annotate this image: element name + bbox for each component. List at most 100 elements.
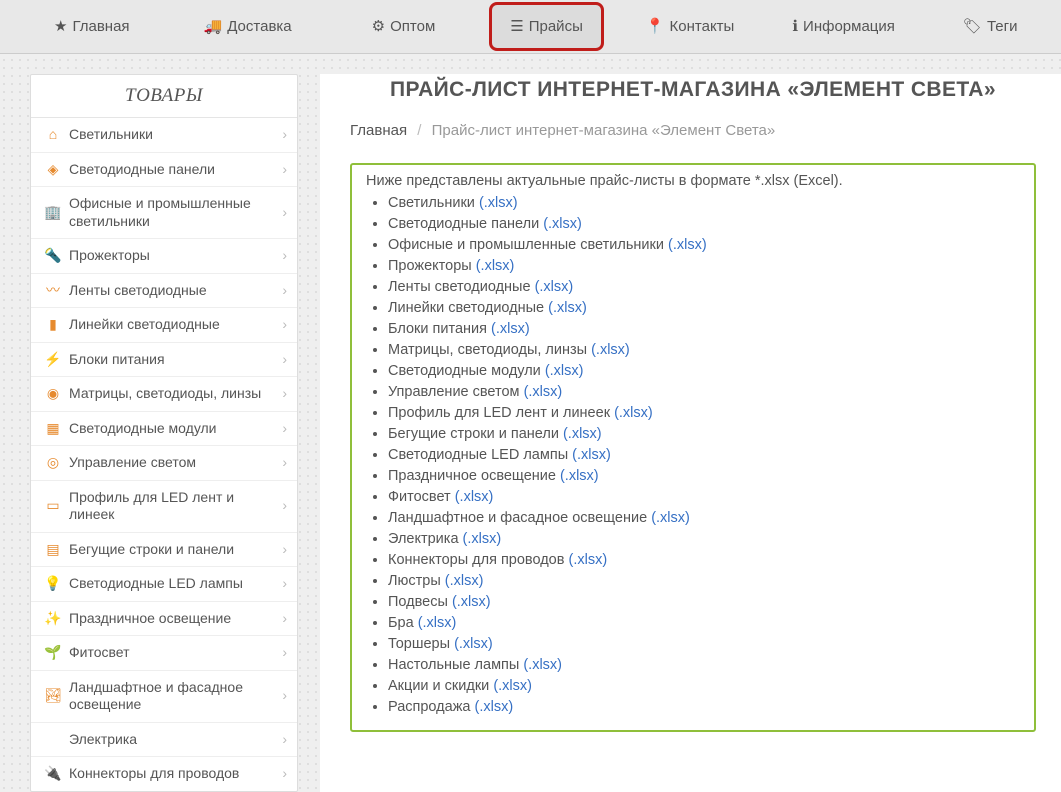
price-xlsx-link[interactable]: (.xlsx) bbox=[455, 489, 494, 505]
price-xlsx-link[interactable]: (.xlsx) bbox=[548, 300, 587, 316]
price-xlsx-link[interactable]: (.xlsx) bbox=[545, 363, 584, 379]
price-list-item: Распродажа (.xlsx) bbox=[388, 697, 1020, 718]
price-list-item: Профиль для LED лент и линеек (.xlsx) bbox=[388, 403, 1020, 424]
nav-home[interactable]: ★ Главная bbox=[36, 0, 148, 53]
category-icon: ▦ bbox=[43, 420, 63, 438]
price-item-label: Светодиодные модули bbox=[388, 363, 545, 379]
nav-label: Главная bbox=[72, 18, 129, 35]
category-icon: ◎ bbox=[43, 454, 63, 472]
chevron-right-icon: › bbox=[282, 420, 287, 438]
price-xlsx-link[interactable]: (.xlsx) bbox=[479, 195, 518, 211]
price-list-item: Светодиодные LED лампы (.xlsx) bbox=[388, 445, 1020, 466]
chevron-right-icon: › bbox=[282, 161, 287, 179]
price-item-label: Ландшафтное и фасадное освещение bbox=[388, 510, 651, 526]
sidebar-item-label: Электрика bbox=[69, 731, 278, 749]
price-item-label: Праздничное освещение bbox=[388, 468, 560, 484]
nav-label: Прайсы bbox=[529, 18, 583, 35]
nav-label: Контакты bbox=[670, 18, 735, 35]
price-list-item: Светодиодные панели (.xlsx) bbox=[388, 214, 1020, 235]
price-xlsx-link[interactable]: (.xlsx) bbox=[668, 237, 707, 253]
sidebar-item[interactable]: Электрика› bbox=[31, 722, 297, 757]
price-xlsx-link[interactable]: (.xlsx) bbox=[524, 384, 563, 400]
sidebar-item-label: Управление светом bbox=[69, 454, 278, 472]
price-item-label: Электрика bbox=[388, 531, 463, 547]
sidebar-item[interactable]: 〰Ленты светодиодные› bbox=[31, 273, 297, 308]
price-xlsx-link[interactable]: (.xlsx) bbox=[591, 342, 630, 358]
chevron-right-icon: › bbox=[282, 247, 287, 265]
price-xlsx-link[interactable]: (.xlsx) bbox=[463, 531, 502, 547]
price-list-item: Ленты светодиодные (.xlsx) bbox=[388, 277, 1020, 298]
chevron-right-icon: › bbox=[282, 497, 287, 515]
price-list-item: Люстры (.xlsx) bbox=[388, 571, 1020, 592]
price-xlsx-link[interactable]: (.xlsx) bbox=[476, 258, 515, 274]
nav-delivery[interactable]: 🚚 Доставка bbox=[186, 0, 310, 53]
sidebar-item[interactable]: 🔦Прожекторы› bbox=[31, 238, 297, 273]
tag-icon: 🏷 bbox=[963, 19, 982, 34]
price-list-item: Бегущие строки и панели (.xlsx) bbox=[388, 424, 1020, 445]
price-xlsx-link[interactable]: (.xlsx) bbox=[452, 594, 491, 610]
price-xlsx-link[interactable]: (.xlsx) bbox=[454, 636, 493, 652]
price-xlsx-link[interactable]: (.xlsx) bbox=[543, 216, 582, 232]
price-item-label: Бегущие строки и панели bbox=[388, 426, 563, 442]
sidebar-item[interactable]: ▦Светодиодные модули› bbox=[31, 411, 297, 446]
price-item-label: Бра bbox=[388, 615, 418, 631]
price-xlsx-link[interactable]: (.xlsx) bbox=[535, 279, 574, 295]
price-xlsx-link[interactable]: (.xlsx) bbox=[491, 321, 530, 337]
price-list-item: Электрика (.xlsx) bbox=[388, 529, 1020, 550]
price-item-label: Светильники bbox=[388, 195, 479, 211]
price-xlsx-link[interactable]: (.xlsx) bbox=[523, 657, 562, 673]
sidebar-item[interactable]: ◉Матрицы, светодиоды, линзы› bbox=[31, 376, 297, 411]
nav-label: Информация bbox=[803, 18, 895, 35]
nav-contacts[interactable]: 📍 Контакты bbox=[628, 0, 752, 53]
price-xlsx-link[interactable]: (.xlsx) bbox=[474, 699, 513, 715]
nav-tags[interactable]: 🏷 Теги bbox=[945, 0, 1036, 53]
sidebar-item[interactable]: ▭Профиль для LED лент и линеек› bbox=[31, 480, 297, 532]
sidebar-title: ТОВАРЫ bbox=[31, 75, 297, 118]
sidebar-item[interactable]: ⌂Светильники› bbox=[31, 118, 297, 152]
price-item-label: Светодиодные LED лампы bbox=[388, 447, 572, 463]
sidebar-item[interactable]: ◈Светодиодные панели› bbox=[31, 152, 297, 187]
price-item-label: Ленты светодиодные bbox=[388, 279, 535, 295]
price-xlsx-link[interactable]: (.xlsx) bbox=[651, 510, 690, 526]
sidebar-item-label: Профиль для LED лент и линеек bbox=[69, 489, 278, 524]
sidebar-item-label: Светодиодные LED лампы bbox=[69, 575, 278, 593]
sidebar-item-label: Линейки светодиодные bbox=[69, 316, 278, 334]
price-item-label: Подвесы bbox=[388, 594, 452, 610]
price-box: Ниже представлены актуальные прайс-листы… bbox=[350, 163, 1036, 732]
price-list-item: Офисные и промышленные светильники (.xls… bbox=[388, 235, 1020, 256]
price-list-item: Праздничное освещение (.xlsx) bbox=[388, 466, 1020, 487]
price-xlsx-link[interactable]: (.xlsx) bbox=[568, 552, 607, 568]
price-xlsx-link[interactable]: (.xlsx) bbox=[445, 573, 484, 589]
sidebar-item[interactable]: 🏢Офисные и промышленные светильники› bbox=[31, 186, 297, 238]
price-xlsx-link[interactable]: (.xlsx) bbox=[493, 678, 532, 694]
price-list-item: Бра (.xlsx) bbox=[388, 613, 1020, 634]
sidebar-item[interactable]: 🏞Ландшафтное и фасадное освещение› bbox=[31, 670, 297, 722]
category-icon: ⚡ bbox=[43, 351, 63, 369]
category-icon: ▮ bbox=[43, 316, 63, 334]
chevron-right-icon: › bbox=[282, 610, 287, 628]
nav-prices[interactable]: ☰ Прайсы bbox=[489, 2, 604, 51]
sidebar-item[interactable]: 🌱Фитосвет› bbox=[31, 635, 297, 670]
sidebar-item[interactable]: 💡Светодиодные LED лампы› bbox=[31, 566, 297, 601]
price-xlsx-link[interactable]: (.xlsx) bbox=[614, 405, 653, 421]
price-list-item: Настольные лампы (.xlsx) bbox=[388, 655, 1020, 676]
chevron-right-icon: › bbox=[282, 351, 287, 369]
nav-info[interactable]: ℹ Информация bbox=[774, 0, 913, 53]
price-item-label: Блоки питания bbox=[388, 321, 491, 337]
home-icon: ★ bbox=[54, 19, 67, 34]
sidebar-item[interactable]: ▮ Линейки светодиодные› bbox=[31, 307, 297, 342]
breadcrumb-home[interactable]: Главная bbox=[350, 122, 407, 139]
sidebar-item[interactable]: 🔌Коннекторы для проводов› bbox=[31, 756, 297, 791]
chevron-right-icon: › bbox=[282, 316, 287, 334]
nav-wholesale[interactable]: ⚙ Оптом bbox=[354, 0, 454, 53]
sidebar-item[interactable]: ▤Бегущие строки и панели› bbox=[31, 532, 297, 567]
price-xlsx-link[interactable]: (.xlsx) bbox=[560, 468, 599, 484]
sidebar-item[interactable]: ⚡Блоки питания› bbox=[31, 342, 297, 377]
price-item-label: Распродажа bbox=[388, 699, 474, 715]
sidebar-item-label: Коннекторы для проводов bbox=[69, 765, 278, 783]
sidebar-item[interactable]: ◎Управление светом› bbox=[31, 445, 297, 480]
price-xlsx-link[interactable]: (.xlsx) bbox=[572, 447, 611, 463]
price-xlsx-link[interactable]: (.xlsx) bbox=[563, 426, 602, 442]
price-xlsx-link[interactable]: (.xlsx) bbox=[418, 615, 457, 631]
sidebar-item[interactable]: ✨Праздничное освещение› bbox=[31, 601, 297, 636]
